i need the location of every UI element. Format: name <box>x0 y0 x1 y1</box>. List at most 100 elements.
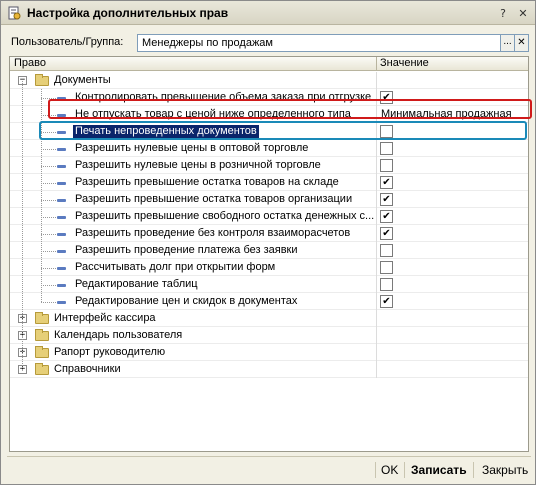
help-button[interactable]: ? <box>495 5 511 21</box>
tree-item-row[interactable]: Редактирование таблиц <box>10 276 528 293</box>
tree-item-label: Редактирование таблиц <box>75 278 198 290</box>
user-group-field[interactable]: Менеджеры по продажам <box>137 34 501 52</box>
tree-folder-row[interactable]: + Справочники <box>10 361 528 378</box>
setting-item-icon <box>57 182 66 185</box>
setting-item-icon <box>57 216 66 219</box>
column-divider <box>376 361 377 378</box>
tree-item-label: Редактирование цен и скидок в документах <box>75 295 298 307</box>
tree-item-row[interactable]: Разрешить нулевые цены в розничной торго… <box>10 157 528 174</box>
tree-item-label: Разрешить нулевые цены в оптовой торговл… <box>75 142 309 154</box>
tree-folder-row[interactable]: + Рапорт руководителю <box>10 344 528 361</box>
tree-folder-label: Документы <box>54 74 111 86</box>
setting-item-icon <box>57 284 66 287</box>
tree-item-row[interactable]: Разрешить проведение платежа без заявки <box>10 242 528 259</box>
column-divider <box>376 259 377 276</box>
tree-connector <box>41 285 56 286</box>
tree-item-row[interactable]: Разрешить проведение без контроля взаимо… <box>10 225 528 242</box>
column-divider <box>376 140 377 157</box>
tree-connector <box>41 217 56 218</box>
column-header-right[interactable]: Право <box>10 57 46 71</box>
document-settings-icon <box>8 6 21 20</box>
checkbox-unchecked[interactable] <box>380 244 393 257</box>
column-divider <box>376 276 377 293</box>
checkbox-checked[interactable]: ✔ <box>380 210 393 223</box>
checkbox-checked[interactable]: ✔ <box>380 227 393 240</box>
tree-item-row[interactable]: Рассчитывать долг при открытии форм <box>10 259 528 276</box>
checkbox-checked[interactable]: ✔ <box>380 193 393 206</box>
highlight-blue-box <box>39 121 527 140</box>
tree-connector <box>41 234 56 235</box>
tree-folder-label: Календарь пользователя <box>54 329 183 341</box>
footer-buttons: OK Записать Закрыть <box>1 459 535 481</box>
tree-item-row[interactable]: Редактирование цен и скидок в документах… <box>10 293 528 310</box>
column-divider <box>376 310 377 327</box>
tree-connector <box>41 149 56 150</box>
folder-icon <box>35 312 49 324</box>
tree-connector <box>41 251 56 252</box>
column-divider <box>376 242 377 259</box>
column-divider <box>376 327 377 344</box>
tree-folder-row[interactable]: + Календарь пользователя <box>10 327 528 344</box>
folder-icon <box>35 346 49 358</box>
setting-item-icon <box>57 199 66 202</box>
tree-connector <box>41 183 56 184</box>
tree-connector <box>41 302 56 303</box>
tree-item-label: Разрешить нулевые цены в розничной торго… <box>75 159 321 171</box>
tree-folder-label: Интерфейс кассира <box>54 312 156 324</box>
setting-item-icon <box>57 301 66 304</box>
tree-folder-row[interactable]: − Документы <box>10 72 528 89</box>
close-window-button[interactable]: ✕ <box>515 5 531 21</box>
user-group-clear-button[interactable]: ✕ <box>515 34 529 52</box>
button-separator <box>473 462 474 478</box>
grid-header: Право Значение <box>10 57 528 71</box>
ok-button[interactable]: OK <box>381 463 398 477</box>
tree-connector <box>22 81 23 370</box>
tree-item-row[interactable]: Разрешить превышение свободного остатка … <box>10 208 528 225</box>
tree-item-row[interactable]: Разрешить превышение остатка товаров орг… <box>10 191 528 208</box>
rights-settings-window: Настройка дополнительных прав ? ✕ Пользо… <box>0 0 536 485</box>
column-divider <box>376 191 377 208</box>
button-separator <box>404 462 405 478</box>
tree-item-label: Разрешить проведение платежа без заявки <box>75 244 298 256</box>
setting-item-icon <box>57 148 66 151</box>
column-divider <box>376 72 377 89</box>
tree-item-label: Разрешить проведение без контроля взаимо… <box>75 227 351 239</box>
setting-item-icon <box>57 267 66 270</box>
folder-icon <box>35 74 49 86</box>
column-divider <box>376 157 377 174</box>
checkbox-unchecked[interactable] <box>380 278 393 291</box>
tree-folder-label: Рапорт руководителю <box>54 346 166 358</box>
save-button[interactable]: Записать <box>411 463 467 477</box>
checkbox-unchecked[interactable] <box>380 261 393 274</box>
footer-divider <box>7 456 531 457</box>
column-divider <box>376 174 377 191</box>
tree-connector <box>41 268 56 269</box>
user-group-row: Пользователь/Группа: Менеджеры по продаж… <box>9 34 529 52</box>
tree-item-label: Разрешить превышение остатка товаров на … <box>75 176 339 188</box>
setting-item-icon <box>57 250 66 253</box>
tree-item-label: Рассчитывать долг при открытии форм <box>75 261 276 273</box>
column-divider <box>376 208 377 225</box>
window-title: Настройка дополнительных прав <box>27 6 229 20</box>
tree-item-row[interactable]: Разрешить нулевые цены в оптовой торговл… <box>10 140 528 157</box>
tree-item-row[interactable]: Разрешить превышение остатка товаров на … <box>10 174 528 191</box>
title-bar: Настройка дополнительных прав ? ✕ <box>1 1 535 25</box>
checkbox-checked[interactable]: ✔ <box>380 176 393 189</box>
tree-connector <box>41 200 56 201</box>
tree-item-label: Разрешить превышение остатка товаров орг… <box>75 193 353 205</box>
tree-folder-label: Справочники <box>54 363 121 375</box>
checkbox-unchecked[interactable] <box>380 159 393 172</box>
tree-item-label: Разрешить превышение свободного остатка … <box>75 210 375 222</box>
close-button[interactable]: Закрыть <box>482 463 528 477</box>
highlight-red-box <box>48 99 532 119</box>
column-divider <box>376 225 377 242</box>
checkbox-checked[interactable]: ✔ <box>380 295 393 308</box>
tree-connector <box>41 166 56 167</box>
column-divider <box>376 344 377 361</box>
checkbox-unchecked[interactable] <box>380 142 393 155</box>
tree-folder-row[interactable]: + Интерфейс кассира <box>10 310 528 327</box>
folder-icon <box>35 329 49 341</box>
column-header-value[interactable]: Значение <box>376 57 429 71</box>
setting-item-icon <box>57 233 66 236</box>
user-group-select-button[interactable]: ... <box>501 34 515 52</box>
